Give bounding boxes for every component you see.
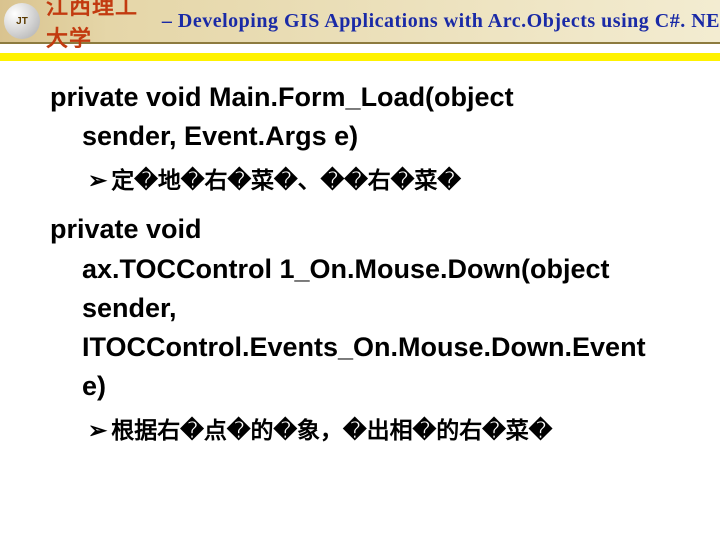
bullet-2: ➢根据右�点�的�象，�出相�的右�菜� <box>30 414 690 446</box>
course-title-en: – Developing GIS Applications with Arc.O… <box>162 10 720 33</box>
code2-line1: private void <box>30 210 690 249</box>
code2-line3: sender, <box>30 289 690 328</box>
code-signature-line1: private void Main.Form_Load(object <box>30 78 690 117</box>
code-block-2: private void ax.TOCControl 1_On.Mouse.Do… <box>30 210 690 446</box>
code-block-1: private void Main.Form_Load(object sende… <box>30 78 690 196</box>
triangle-bullet-icon: ➢ <box>88 164 107 196</box>
logo-text: JT <box>16 16 28 27</box>
triangle-bullet-icon: ➢ <box>88 414 107 446</box>
code-signature-line2: sender, Event.Args e) <box>30 117 690 156</box>
bullet-1-text: 定�地�右�菜�、��右�菜� <box>111 167 461 193</box>
university-logo: JT <box>4 3 40 39</box>
code2-line4: ITOCControl.Events_On.Mouse.Down.Event <box>30 328 690 367</box>
slide-header: JT 江西理工大学 – Developing GIS Applications … <box>0 0 720 44</box>
bullet-1: ➢定�地�右�菜�、��右�菜� <box>30 164 690 196</box>
highlight-bar <box>0 53 720 61</box>
bullet-2-text: 根据右�点�的�象，�出相�的右�菜� <box>111 417 552 443</box>
slide-body: private void Main.Form_Load(object sende… <box>0 44 720 446</box>
code2-line2: ax.TOCControl 1_On.Mouse.Down(object <box>30 250 690 289</box>
university-name-cn: 江西理工大学 <box>46 0 158 53</box>
code2-line5: e) <box>30 367 690 406</box>
